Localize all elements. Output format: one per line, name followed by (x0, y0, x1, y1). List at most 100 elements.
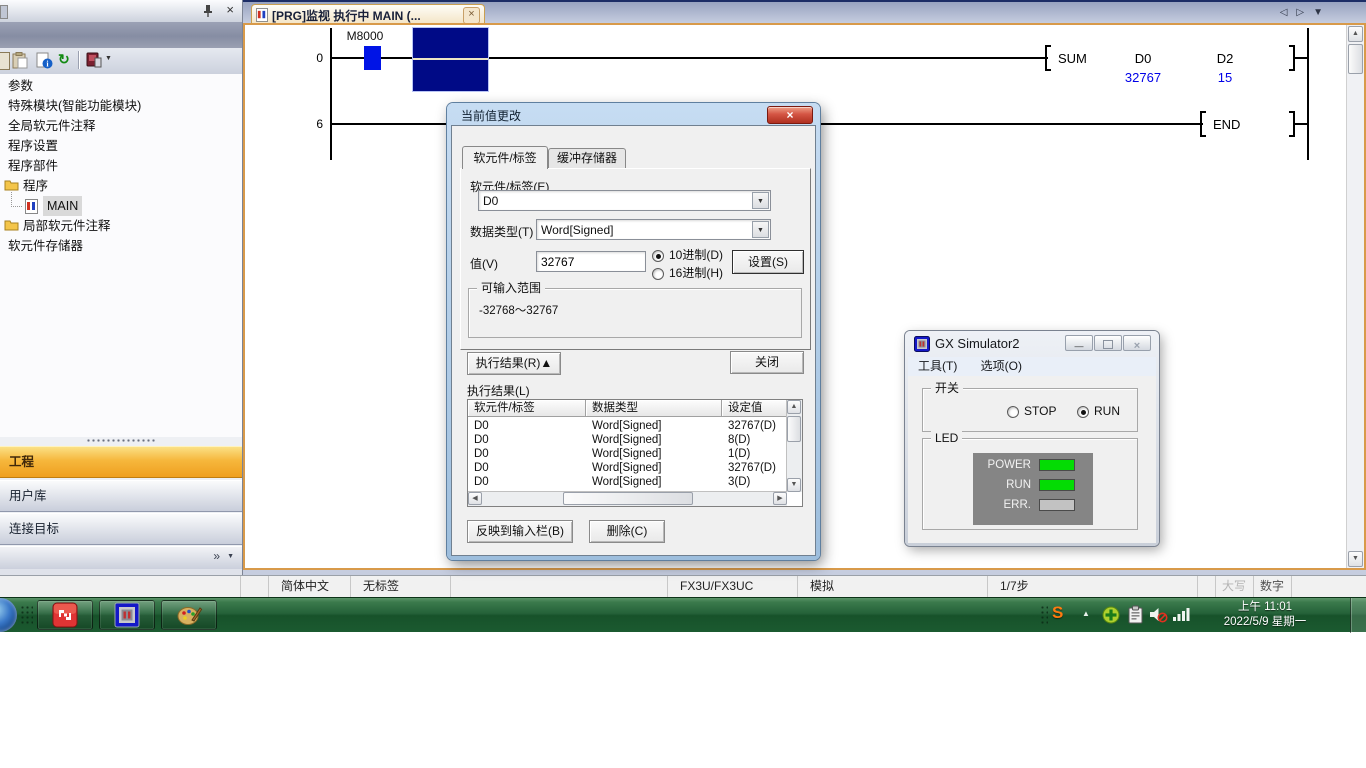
simulator-menubar: 工具(T) 选项(O) (908, 357, 1156, 377)
table-row[interactable]: D0Word[Signed]32767(D) (468, 461, 773, 475)
tree-item-device-memory[interactable]: 软元件存储器 (0, 236, 242, 256)
minimize-button[interactable]: — (1065, 335, 1093, 351)
tray-expand-icon[interactable]: ▲ (1082, 609, 1090, 618)
close-button[interactable]: × (1123, 335, 1151, 351)
scroll-right-button[interactable]: ▶ (773, 492, 787, 505)
instruction-arg1[interactable]: D0 (1118, 51, 1168, 66)
tab-device-label[interactable]: 软元件/标签 (462, 146, 548, 169)
scroll-up-button[interactable]: ▲ (1348, 26, 1363, 42)
tree-item-local-comment[interactable]: 局部软元件注释 (0, 216, 242, 236)
taskbar-button-gxworks2[interactable] (37, 600, 93, 630)
panel-tab-user-library[interactable]: 用户库 (0, 480, 242, 512)
value-input[interactable] (536, 251, 646, 272)
tab-scroll-right-icon[interactable]: ▷ (1296, 7, 1313, 18)
dropdown-icon[interactable]: ▼ (105, 55, 112, 62)
execution-result-label: 执行结果(L) (467, 382, 530, 399)
close-icon[interactable]: × (226, 2, 234, 17)
show-desktop-button[interactable] (1350, 598, 1366, 633)
input-range-text: -32768～32767 (479, 302, 558, 318)
tree-item-program[interactable]: 程序 (0, 176, 242, 196)
antivirus-tray-icon[interactable] (1102, 606, 1120, 624)
datatype-combobox[interactable]: Word[Signed] ▼ (536, 219, 771, 240)
panel-tab-connection[interactable]: 连接目标 (0, 513, 242, 545)
tree-item-special-modules[interactable]: 特殊模块(智能功能模块) (0, 96, 242, 116)
radio-hexadecimal[interactable]: 16进制(H) (652, 264, 723, 283)
instruction-op[interactable]: SUM (1058, 51, 1087, 66)
maximize-icon (1103, 340, 1113, 349)
dropdown-icon[interactable]: ▼ (227, 553, 234, 560)
instruction-open-bracket (1200, 111, 1206, 137)
col-header-device[interactable]: 软元件/标签 (468, 400, 586, 417)
doc-info-icon[interactable]: i (36, 52, 53, 69)
tree-item-global-comment[interactable]: 全局软元件注释 (0, 116, 242, 136)
tab-list-icon[interactable]: ▼ (1313, 7, 1332, 18)
tree-item-pou[interactable]: 程序部件 (0, 156, 242, 176)
table-row[interactable]: D0Word[Signed]32767(D) (468, 419, 773, 433)
instruction-arg2[interactable]: D2 (1200, 51, 1250, 66)
paste-icon[interactable] (12, 52, 28, 69)
scroll-down-button[interactable]: ▼ (787, 478, 801, 492)
contact-m8000-on[interactable] (364, 46, 381, 70)
dialog-title: 当前值更改 (461, 107, 521, 124)
ladder-selection-cursor[interactable] (412, 27, 489, 92)
col-header-datatype[interactable]: 数据类型 (586, 400, 722, 417)
dropdown-icon[interactable]: ▼ (752, 221, 769, 238)
status-caps-indicator: 大写 (1215, 576, 1253, 597)
delete-button[interactable]: 删除(C) (589, 520, 665, 543)
pin-icon[interactable] (202, 4, 214, 18)
close-button[interactable]: 关闭 (730, 351, 804, 374)
instruction-open-bracket (1045, 45, 1051, 71)
device-combobox[interactable]: D0 ▼ (478, 190, 771, 211)
led-row-err: ERR. (973, 497, 1093, 517)
document-tab[interactable]: [PRG]监视 执行中 MAIN (... × (251, 4, 485, 25)
run-led-on (1039, 479, 1075, 491)
device-display-icon[interactable] (85, 51, 103, 69)
table-row[interactable]: D0Word[Signed]1(D) (468, 447, 773, 461)
tab-scroll-left-icon[interactable]: ◁ (1280, 7, 1297, 18)
set-button[interactable]: 设置(S) (732, 250, 804, 274)
table-row[interactable]: D0Word[Signed]8(D) (468, 433, 773, 447)
scroll-thumb[interactable] (563, 492, 693, 505)
radio-run[interactable]: RUN (1077, 403, 1120, 421)
dialog-close-button[interactable]: × (767, 106, 813, 124)
radio-decimal[interactable]: 10进制(D) (652, 246, 723, 265)
scroll-thumb[interactable] (1348, 44, 1363, 74)
sogou-tray-icon[interactable]: S (1052, 603, 1063, 623)
start-orb[interactable] (0, 598, 17, 632)
refresh-icon[interactable]: ↻ (58, 51, 70, 68)
scroll-thumb[interactable] (787, 416, 801, 442)
volume-muted-icon[interactable] (1149, 606, 1168, 623)
scroll-down-button[interactable]: ▼ (1348, 551, 1363, 567)
table-row[interactable]: D0Word[Signed]3(D) (468, 475, 773, 489)
col-header-setvalue[interactable]: 设定值 (722, 400, 787, 417)
dropdown-icon[interactable]: ▼ (752, 192, 769, 209)
tab-close-icon[interactable]: × (463, 7, 480, 24)
tree-item-program-setting[interactable]: 程序设置 (0, 136, 242, 156)
tree-item-parameters[interactable]: 参数 (0, 76, 242, 96)
clipboard-tray-icon[interactable] (1127, 605, 1144, 624)
scroll-left-button[interactable]: ◀ (468, 492, 482, 505)
panel-tab-project[interactable]: 工程 (0, 446, 242, 478)
tray-clock[interactable]: 上午 11:01 2022/5/9 星期一 (1200, 600, 1330, 631)
instruction-op-end[interactable]: END (1213, 117, 1240, 132)
navigation-header: × (0, 0, 242, 23)
clipboard-copy-icon[interactable] (0, 52, 10, 70)
taskbar-button-gxsimulator[interactable] (99, 600, 155, 630)
led-group-title: LED (931, 431, 962, 445)
execution-result-button[interactable]: 执行结果(R)▲ (467, 352, 561, 375)
tab-buffer-memory[interactable]: 缓冲存储器 (548, 148, 626, 168)
change-value-dialog: 当前值更改 × 软元件/标签 缓冲存储器 软元件/标签(E) D0 ▼ 数据类型… (447, 103, 820, 560)
scroll-up-button[interactable]: ▲ (787, 400, 801, 414)
network-signal-icon[interactable] (1172, 607, 1191, 622)
table-vscrollbar: ▲ ▼ (786, 400, 802, 492)
menu-options[interactable]: 选项(O) (971, 357, 1032, 375)
tree-item-main[interactable]: MAIN (0, 196, 242, 216)
radio-stop[interactable]: STOP (1007, 403, 1056, 421)
splitter-grip[interactable] (86, 438, 156, 444)
reflect-to-input-button[interactable]: 反映到输入栏(B) (467, 520, 573, 543)
taskbar-button-paint[interactable] (161, 600, 217, 630)
menu-tools[interactable]: 工具(T) (908, 357, 967, 375)
navigation-panel: × i ↻ ▼ 参数 特殊模块(智能功能模块) 全局软元件注释 程序设置 程序部… (0, 0, 243, 575)
maximize-button[interactable] (1094, 335, 1122, 351)
chevron-icon[interactable]: » (213, 549, 220, 563)
